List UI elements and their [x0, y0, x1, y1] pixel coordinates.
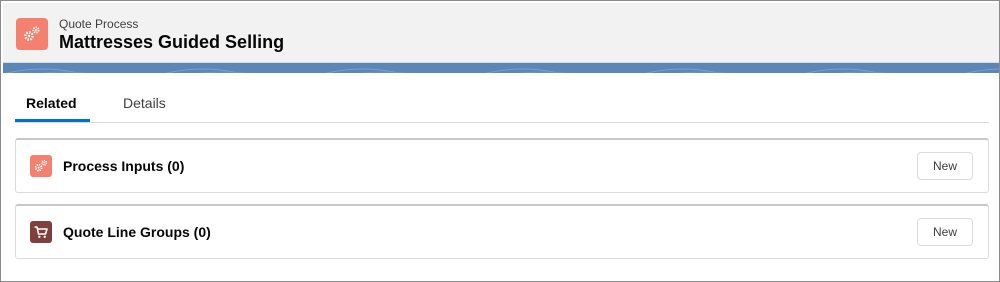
new-process-input-button[interactable]: New — [917, 152, 973, 180]
related-list-process-inputs: Process Inputs (0) New — [15, 138, 989, 193]
gears-icon — [30, 155, 52, 177]
tab-related[interactable]: Related — [26, 95, 77, 111]
record-type-label: Quote Process — [59, 17, 139, 31]
record-header: Quote Process Mattresses Guided Selling — [3, 3, 999, 63]
record-page: Quote Process Mattresses Guided Selling … — [0, 0, 1000, 282]
header-decorative-band — [3, 63, 999, 73]
page-title: Mattresses Guided Selling — [59, 32, 285, 52]
active-tab-indicator — [15, 119, 90, 122]
related-list-title[interactable]: Quote Line Groups (0) — [63, 224, 211, 240]
gears-icon — [16, 18, 48, 50]
tab-details[interactable]: Details — [123, 95, 166, 111]
cart-icon — [30, 221, 52, 243]
tab-bar: Related Details — [15, 85, 989, 123]
related-list-title[interactable]: Process Inputs (0) — [63, 158, 184, 174]
new-quote-line-group-button[interactable]: New — [917, 218, 973, 246]
related-list-quote-line-groups: Quote Line Groups (0) New — [15, 204, 989, 259]
